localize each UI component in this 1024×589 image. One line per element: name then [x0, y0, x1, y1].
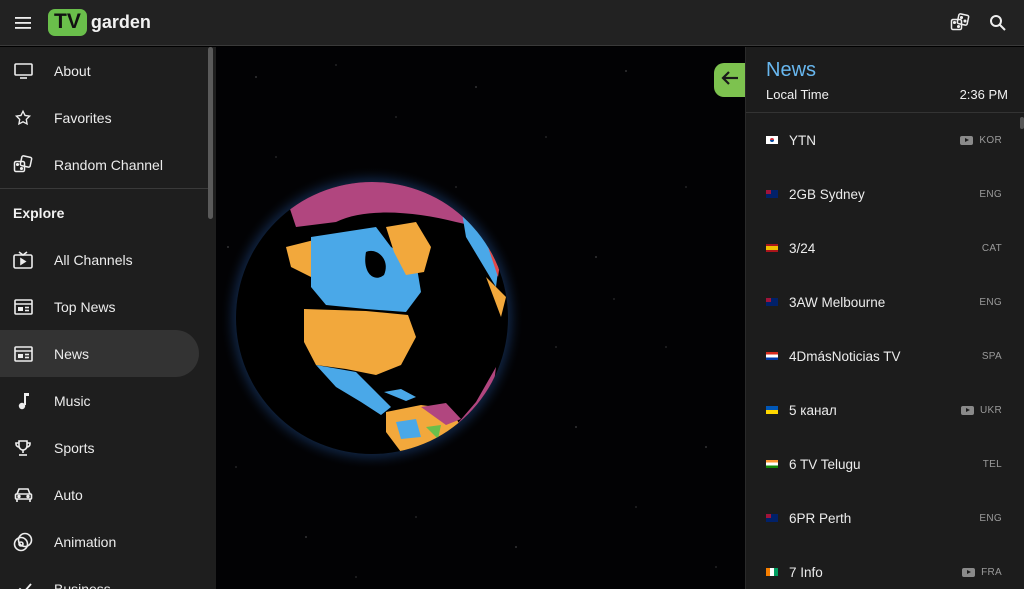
- channel-name: 5 канал: [789, 402, 837, 418]
- sidebar-item-label: Random Channel: [54, 156, 163, 173]
- flag-au-icon: [766, 514, 778, 522]
- channel-name: 2GB Sydney: [789, 186, 865, 202]
- local-time-row: Local Time 2:36 PM: [766, 87, 1008, 102]
- channel-language: ENG: [979, 296, 1002, 308]
- channel-row[interactable]: 3AW Melbourne ENG: [746, 275, 1024, 329]
- sidebar-item-label: News: [54, 345, 90, 362]
- app-logo[interactable]: TV garden: [48, 9, 151, 36]
- channel-name: YTN: [789, 132, 816, 148]
- channel-language: CAT: [981, 242, 1002, 254]
- star-icon: [13, 108, 33, 128]
- channel-row[interactable]: 5 канал UKR: [746, 383, 1024, 437]
- sidebar-item-top-news[interactable]: Top News: [0, 283, 216, 330]
- channel-row[interactable]: 3/24 CAT: [746, 221, 1024, 275]
- panel-scrollbar[interactable]: [1020, 117, 1024, 129]
- channel-language: SPA: [981, 350, 1002, 362]
- sidebar-item-about[interactable]: About: [0, 47, 216, 94]
- flag-py-icon: [766, 352, 778, 360]
- sidebar: About Favorites Random Channel Explore A…: [0, 47, 216, 589]
- chart-icon: [13, 579, 33, 589]
- channel-name: 6 TV Telugu: [789, 456, 861, 472]
- top-bar: TV garden: [0, 0, 1024, 46]
- flag-kr-icon: [766, 136, 778, 144]
- globe-viewport[interactable]: [216, 47, 745, 589]
- channel-row[interactable]: 2GB Sydney ENG: [746, 167, 1024, 221]
- sidebar-item-animation[interactable]: Animation: [0, 518, 216, 565]
- sidebar-item-label: Favorites: [54, 109, 112, 126]
- channel-row[interactable]: 4DmásNoticias TV SPA: [746, 329, 1024, 383]
- search-icon[interactable]: [988, 13, 1008, 33]
- globe-map[interactable]: [216, 47, 745, 589]
- flag-ua-icon: [766, 406, 778, 414]
- sidebar-item-label: Music: [54, 392, 91, 409]
- sidebar-item-random-channel[interactable]: Random Channel: [0, 141, 216, 188]
- channel-row[interactable]: 6 TV Telugu TEL: [746, 437, 1024, 491]
- channel-language: FRA: [981, 566, 1002, 578]
- channel-name: 3/24: [789, 240, 816, 256]
- hamburger-menu-icon[interactable]: [0, 0, 46, 46]
- newspaper-icon: [13, 344, 33, 364]
- sidebar-item-auto[interactable]: Auto: [0, 471, 216, 518]
- local-time-label: Local Time: [766, 87, 829, 102]
- flag-es-icon: [766, 244, 778, 252]
- local-time-value: 2:36 PM: [959, 87, 1008, 102]
- sidebar-item-label: Auto: [54, 486, 83, 503]
- flag-ci-icon: [766, 568, 778, 576]
- channel-language: UKR: [979, 404, 1002, 416]
- panel-header: News Local Time 2:36 PM: [746, 47, 1024, 113]
- flag-au-icon: [766, 298, 778, 306]
- monitor-icon: [13, 61, 33, 81]
- sidebar-item-label: About: [54, 62, 91, 79]
- sidebar-item-label: Sports: [54, 439, 95, 456]
- trophy-icon: [13, 438, 33, 458]
- sidebar-item-label: All Channels: [54, 251, 133, 268]
- car-icon: [13, 485, 33, 505]
- arrow-left-icon: [721, 70, 739, 91]
- film-reel-icon: [13, 532, 33, 552]
- flag-au-icon: [766, 190, 778, 198]
- channel-name: 7 Info: [789, 564, 823, 580]
- panel-title: News: [766, 59, 817, 81]
- channel-language: ENG: [979, 188, 1002, 200]
- channel-row[interactable]: YTN KOR: [746, 113, 1024, 167]
- sidebar-scrollbar[interactable]: [208, 47, 213, 219]
- sidebar-item-label: Business: [54, 580, 111, 589]
- tv-play-icon: [13, 250, 33, 270]
- channel-list: YTN KOR 2GB Sydney ENG 3/24 CAT 3AW Melbourne E…: [746, 113, 1024, 589]
- youtube-icon: [962, 567, 976, 577]
- newspaper-icon: [13, 297, 33, 317]
- channel-language: KOR: [979, 134, 1002, 146]
- youtube-icon: [960, 405, 974, 415]
- channel-language: ENG: [979, 512, 1002, 524]
- channel-language: TEL: [982, 458, 1002, 470]
- collapse-panel-button[interactable]: [714, 63, 746, 97]
- channel-name: 3AW Melbourne: [789, 294, 886, 310]
- channel-panel: News Local Time 2:36 PM YTN KOR 2GB Sydney…: [745, 47, 1024, 589]
- sidebar-item-business[interactable]: Business: [0, 565, 216, 589]
- dice-icon: [13, 154, 33, 175]
- logo-garden-text: garden: [90, 12, 151, 32]
- channel-name: 4DmásNoticias TV: [789, 348, 901, 364]
- explore-heading: Explore: [13, 204, 65, 221]
- channel-name: 6PR Perth: [789, 510, 852, 526]
- channel-row[interactable]: 7 Info FRA: [746, 545, 1024, 589]
- sidebar-item-news[interactable]: News: [0, 330, 199, 377]
- music-note-icon: [13, 391, 33, 411]
- sidebar-item-music[interactable]: Music: [0, 377, 216, 424]
- sidebar-item-sports[interactable]: Sports: [0, 424, 216, 471]
- flag-in-icon: [766, 460, 778, 468]
- youtube-icon: [960, 135, 974, 145]
- channel-row[interactable]: 6PR Perth ENG: [746, 491, 1024, 545]
- logo-tv-badge: TV: [48, 9, 87, 36]
- sidebar-item-all-channels[interactable]: All Channels: [0, 236, 216, 283]
- sidebar-item-label: Top News: [54, 298, 116, 315]
- sidebar-item-favorites[interactable]: Favorites: [0, 94, 216, 141]
- sidebar-item-label: Animation: [54, 533, 117, 550]
- random-dice-icon[interactable]: [950, 12, 970, 33]
